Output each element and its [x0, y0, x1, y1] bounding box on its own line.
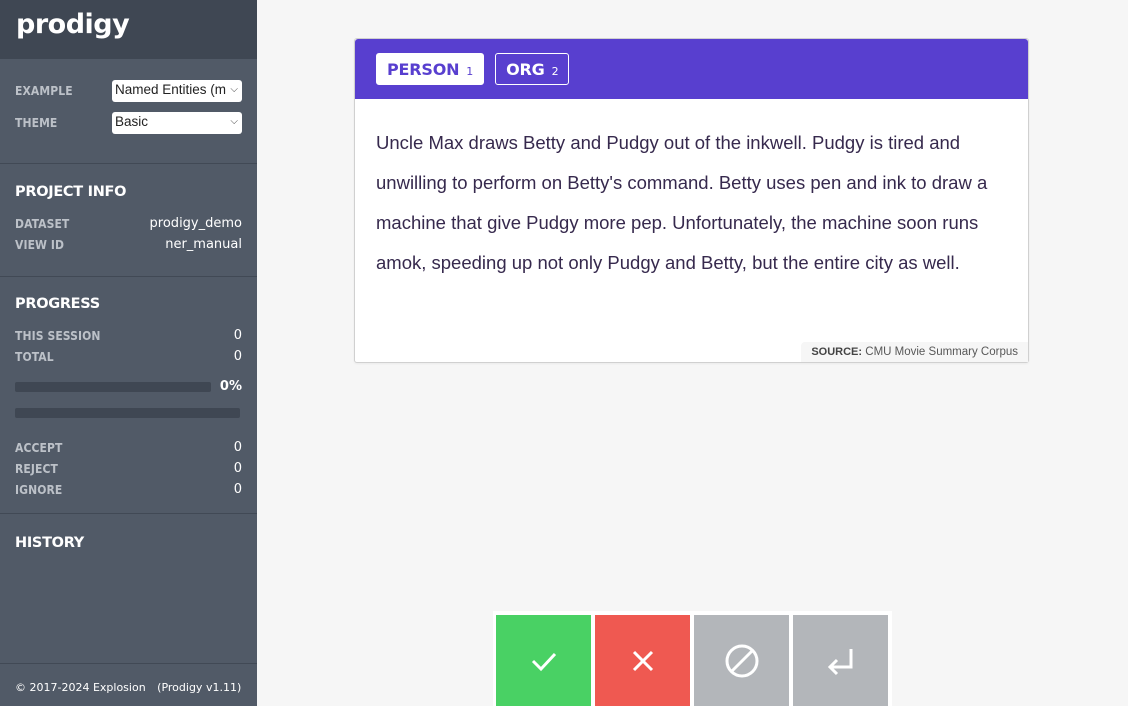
label-org-key: 2	[551, 64, 559, 78]
undo-button[interactable]	[793, 615, 888, 706]
accept-button[interactable]	[496, 615, 591, 706]
example-select[interactable]: Named Entities (m ⌵	[112, 80, 242, 102]
label-person-key: 1	[466, 64, 474, 78]
action-buttons	[493, 611, 892, 706]
theme-select[interactable]: Basic ⌵	[112, 112, 242, 134]
project-info-title: PROJECT INFO	[15, 184, 127, 200]
chevron-down-icon: ⌵	[228, 116, 238, 127]
reject-value: 0	[233, 461, 242, 476]
total-row: TOTAL 0	[15, 346, 242, 367]
dataset-value: prodigy_demo	[149, 216, 242, 231]
accept-value: 0	[233, 440, 242, 455]
annotation-card: PERSON 1 ORG 2 Uncle Max draws Betty and…	[354, 38, 1029, 363]
ignore-icon	[725, 644, 758, 677]
sidebar-header: prodigy	[0, 0, 257, 59]
label-person-button[interactable]: PERSON 1	[376, 53, 485, 85]
theme-label: THEME	[15, 116, 58, 130]
project-info-section: PROJECT INFO DATASET prodigy_demo VIEW I…	[0, 164, 257, 277]
accept-row: ACCEPT 0	[15, 437, 242, 458]
progress-bar-row: 0%	[15, 379, 242, 394]
ignore-label: IGNORE	[15, 482, 63, 497]
reject-row: REJECT 0	[15, 458, 242, 479]
undo-icon	[827, 648, 852, 675]
reject-label: REJECT	[15, 461, 58, 476]
example-row: EXAMPLE Named Entities (m ⌵	[15, 80, 242, 102]
example-select-value: Named Entities (m	[115, 82, 227, 97]
total-label: TOTAL	[15, 349, 54, 364]
example-label: EXAMPLE	[15, 84, 73, 98]
answers-bar	[15, 408, 240, 418]
this-session-label: THIS SESSION	[15, 328, 101, 343]
view-id-row: VIEW ID ner_manual	[15, 234, 242, 255]
cross-icon	[632, 650, 653, 671]
history-title: HISTORY	[15, 535, 84, 551]
sidebar: prodigy EXAMPLE Named Entities (m ⌵ THEM…	[0, 0, 257, 706]
history-section: HISTORY	[0, 514, 257, 551]
progress-bar	[15, 381, 211, 392]
footer: © 2017-2024 Explosion (Prodigy v1.11)	[0, 663, 257, 706]
this-session-value: 0	[233, 328, 242, 343]
label-bar: PERSON 1 ORG 2	[355, 39, 1028, 99]
chevron-down-icon: ⌵	[228, 84, 238, 95]
progress-percent: 0%	[219, 379, 242, 394]
prodigy-logo: prodigy	[16, 9, 130, 40]
progress-title: PROGRESS	[15, 296, 100, 312]
ignore-button[interactable]	[694, 615, 789, 706]
accept-label: ACCEPT	[15, 440, 63, 455]
theme-select-value: Basic	[115, 114, 149, 129]
progress-section: PROGRESS THIS SESSION 0 TOTAL 0 0% ACCEP…	[0, 277, 257, 514]
label-org-button[interactable]: ORG 2	[495, 53, 570, 85]
source-meta: SOURCE: CMU Movie Summary Corpus	[801, 342, 1028, 362]
dataset-row: DATASET prodigy_demo	[15, 213, 242, 234]
label-person-name: PERSON	[387, 59, 460, 79]
theme-row: THEME Basic ⌵	[15, 112, 242, 134]
source-value: CMU Movie Summary Corpus	[865, 346, 1018, 358]
dataset-label: DATASET	[15, 216, 70, 231]
view-id-label: VIEW ID	[15, 237, 65, 252]
view-id-value: ner_manual	[165, 237, 242, 252]
this-session-row: THIS SESSION 0	[15, 325, 242, 346]
settings-section: EXAMPLE Named Entities (m ⌵ THEME Basic …	[0, 59, 257, 164]
task-text[interactable]: Uncle Max draws Betty and Pudgy out of t…	[355, 99, 1028, 283]
version-text: (Prodigy v1.11)	[157, 681, 242, 694]
source-label: SOURCE:	[811, 346, 863, 358]
reject-button[interactable]	[595, 615, 690, 706]
ignore-value: 0	[233, 482, 242, 497]
ignore-row: IGNORE 0	[15, 479, 242, 500]
check-icon	[531, 652, 556, 671]
copyright-text: © 2017-2024 Explosion	[15, 681, 146, 694]
total-value: 0	[233, 349, 242, 364]
label-org-name: ORG	[506, 59, 545, 79]
